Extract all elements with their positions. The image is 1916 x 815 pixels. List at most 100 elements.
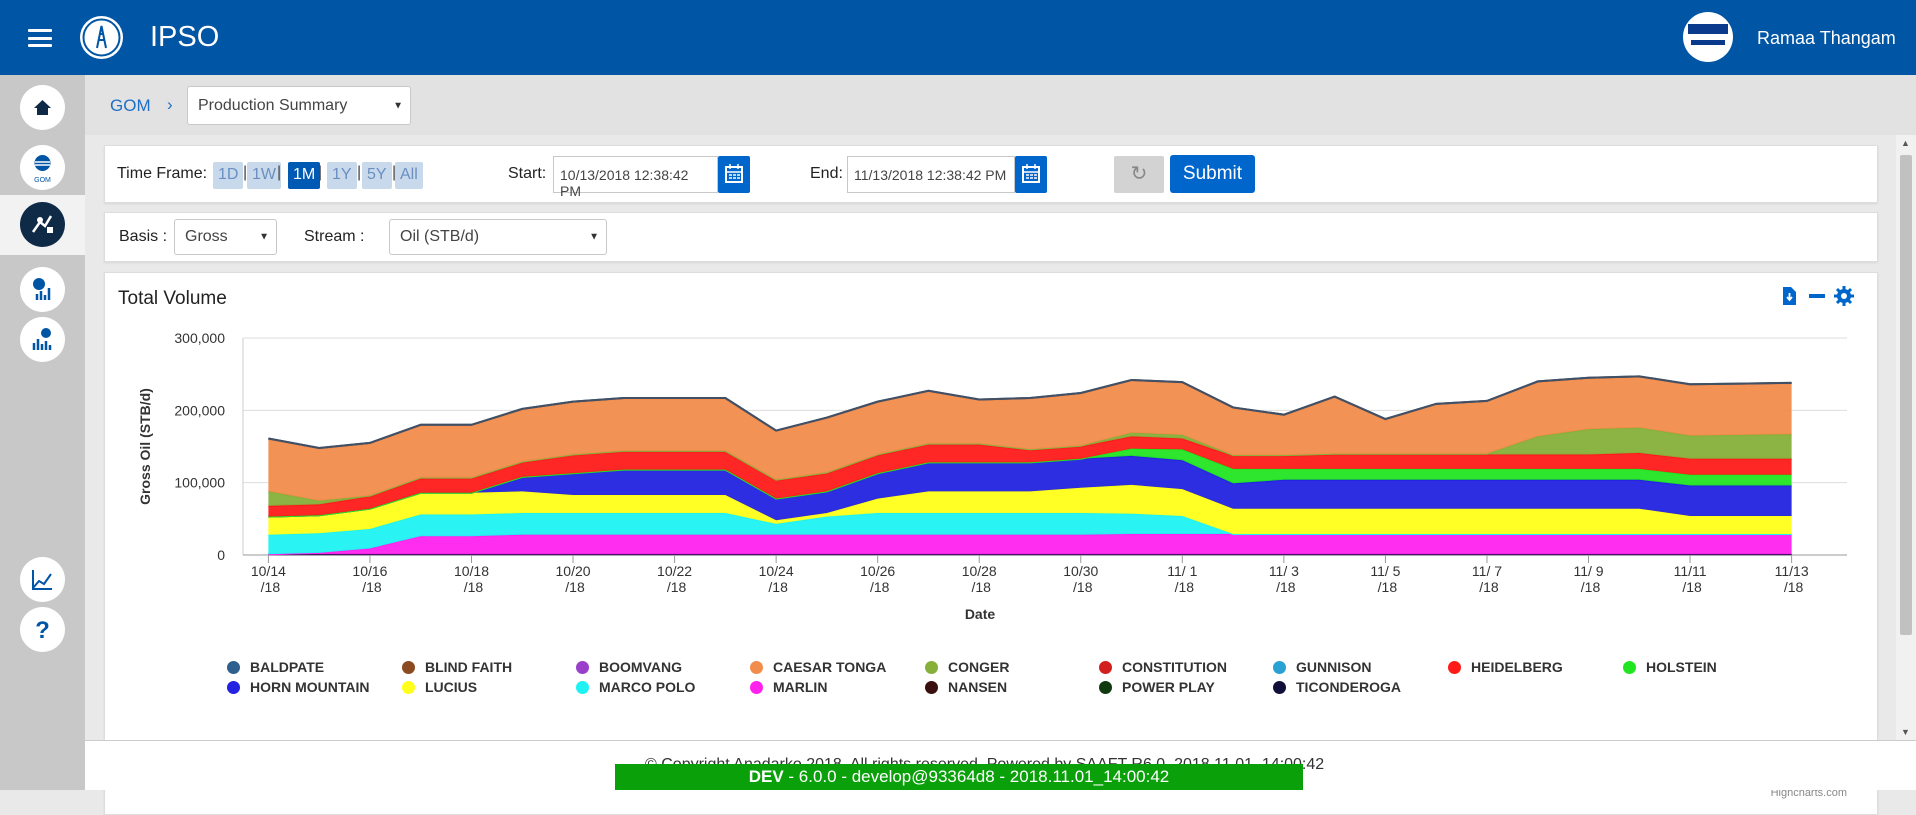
sidebar-item-production-active[interactable] <box>0 195 85 255</box>
user-name[interactable]: Ramaa Thangam <box>1757 28 1896 49</box>
export-icon[interactable] <box>1778 285 1800 307</box>
legend-label: BOOMVANG <box>599 659 682 675</box>
x-tick-label: 11/ 3 <box>1269 563 1299 579</box>
legend-label: BALDPATE <box>250 659 325 675</box>
legend-marker <box>227 661 240 674</box>
legend-label: MARCO POLO <box>599 679 696 695</box>
breadcrumb-gom[interactable]: GOM <box>110 96 151 116</box>
refresh-icon[interactable]: ↻ <box>1114 156 1164 193</box>
home-icon[interactable] <box>20 85 65 130</box>
x-tick-label: /18 <box>1682 579 1702 595</box>
timeframe-all[interactable]: All <box>395 162 423 189</box>
timeframe-separator: | <box>318 164 323 181</box>
avatar[interactable] <box>1683 12 1733 62</box>
x-tick-label: 10/24 <box>759 563 794 579</box>
trend-icon[interactable] <box>20 557 65 602</box>
x-tick-label: 10/20 <box>556 563 591 579</box>
legend-label: TICONDEROGA <box>1296 679 1401 695</box>
basis-select[interactable]: Gross ▼ <box>174 219 277 255</box>
submit-button[interactable]: Submit <box>1170 155 1255 193</box>
gom-icon[interactable]: GOM <box>20 145 65 190</box>
scroll-up-icon[interactable]: ▲ <box>1901 138 1910 148</box>
y-tick-label: 300,000 <box>174 330 225 346</box>
production-icon <box>20 202 65 247</box>
legend-label: CONSTITUTION <box>1122 659 1227 675</box>
x-tick-label: 10/16 <box>352 563 387 579</box>
menu-icon[interactable] <box>28 29 52 47</box>
x-tick-label: /18 <box>1581 579 1601 595</box>
timeframe-1w[interactable]: 1W <box>247 162 281 189</box>
legend-marker <box>227 681 240 694</box>
start-date-input[interactable]: 10/13/2018 12:38:42 PM <box>553 156 718 199</box>
x-tick-label: 11/ 5 <box>1370 563 1400 579</box>
x-tick-label: 10/28 <box>962 563 997 579</box>
timeframe-5y[interactable]: 5Y <box>362 162 392 189</box>
gear-icon[interactable] <box>1833 285 1855 307</box>
x-tick-label: /18 <box>1784 579 1804 595</box>
analytics-icon[interactable] <box>20 267 65 312</box>
timeframe-separator: | <box>277 164 282 181</box>
legend-marker <box>576 661 589 674</box>
y-tick-label: 100,000 <box>174 475 225 491</box>
options-panel: Basis : Gross ▼ Stream : Oil (STB/d) ▼ <box>104 212 1878 262</box>
legend-label: HORN MOUNTAIN <box>250 679 370 695</box>
reports-icon[interactable] <box>20 317 65 362</box>
page-select[interactable]: Production Summary ▼ <box>187 86 411 125</box>
x-tick-label: 10/22 <box>657 563 692 579</box>
legend-marker <box>1099 661 1112 674</box>
legend-marker <box>402 661 415 674</box>
y-tick-label: 0 <box>217 547 225 563</box>
top-app-bar: IPSO Ramaa Thangam <box>0 0 1916 75</box>
x-tick-label: 11/ 9 <box>1573 563 1603 579</box>
env-prefix: DEV <box>748 767 784 786</box>
legend-marker <box>576 681 589 694</box>
timeframe-1d[interactable]: 1D <box>213 162 244 189</box>
basis-select-value: Gross <box>185 228 228 245</box>
breadcrumb-separator: › <box>167 95 173 114</box>
scrollbar[interactable]: ▲ ▼ <box>1896 135 1916 740</box>
legend-marker <box>1273 661 1286 674</box>
x-tick-label: /18 <box>362 579 382 595</box>
legend-label: CAESAR TONGA <box>773 659 887 675</box>
y-tick-label: 200,000 <box>174 402 225 418</box>
legend-label: BLIND FAITH <box>425 659 513 675</box>
sidebar: GOM ? <box>0 75 85 790</box>
stream-select[interactable]: Oil (STB/d) ▼ <box>389 219 607 255</box>
stream-select-value: Oil (STB/d) <box>400 228 480 245</box>
legend-marker <box>1273 681 1286 694</box>
x-tick-label: /18 <box>971 579 991 595</box>
legend-marker <box>1099 681 1112 694</box>
chevron-down-icon: ▼ <box>259 231 269 243</box>
scroll-thumb[interactable] <box>1900 155 1912 635</box>
app-logo <box>80 16 123 59</box>
help-icon[interactable]: ? <box>20 607 65 652</box>
environment-banner: DEV - 6.0.0 - develop@93364d8 - 2018.11.… <box>615 764 1303 790</box>
timeframe-1m[interactable]: 1M <box>288 162 321 189</box>
end-date-input[interactable]: 11/13/2018 12:38:42 PM <box>847 156 1015 193</box>
scroll-down-icon[interactable]: ▼ <box>1901 727 1910 737</box>
minimize-icon[interactable] <box>1806 285 1828 307</box>
timeframe-label: Time Frame: <box>117 165 208 182</box>
legend-label: HOLSTEIN <box>1646 659 1717 675</box>
timeframe-separator: | <box>357 164 362 181</box>
x-tick-label: /18 <box>1479 579 1499 595</box>
timeframe-1y[interactable]: 1Y <box>327 162 357 189</box>
area-marlin <box>268 534 1792 555</box>
app-title: IPSO <box>150 21 220 53</box>
x-tick-label: 11/ 7 <box>1472 563 1502 579</box>
x-tick-label: 10/18 <box>454 563 489 579</box>
chart-title: Total Volume <box>118 288 227 309</box>
x-tick-label: /18 <box>768 579 788 595</box>
start-calendar-icon[interactable] <box>718 156 750 193</box>
legend-marker <box>925 681 938 694</box>
x-tick-label: /18 <box>870 579 890 595</box>
env-text: - 6.0.0 - develop@93364d8 - 2018.11.01_1… <box>783 767 1170 786</box>
x-tick-label: /18 <box>1175 579 1195 595</box>
x-tick-label: 10/30 <box>1063 563 1098 579</box>
x-tick-label: 10/26 <box>860 563 895 579</box>
x-tick-label: /18 <box>565 579 585 595</box>
end-calendar-icon[interactable] <box>1015 156 1047 193</box>
page-select-value: Production Summary <box>198 96 348 114</box>
area-chart: 0100,000200,000300,00010/14/1810/16/1810… <box>137 330 1847 622</box>
breadcrumb: GOM › Production Summary ▼ <box>85 75 1916 135</box>
